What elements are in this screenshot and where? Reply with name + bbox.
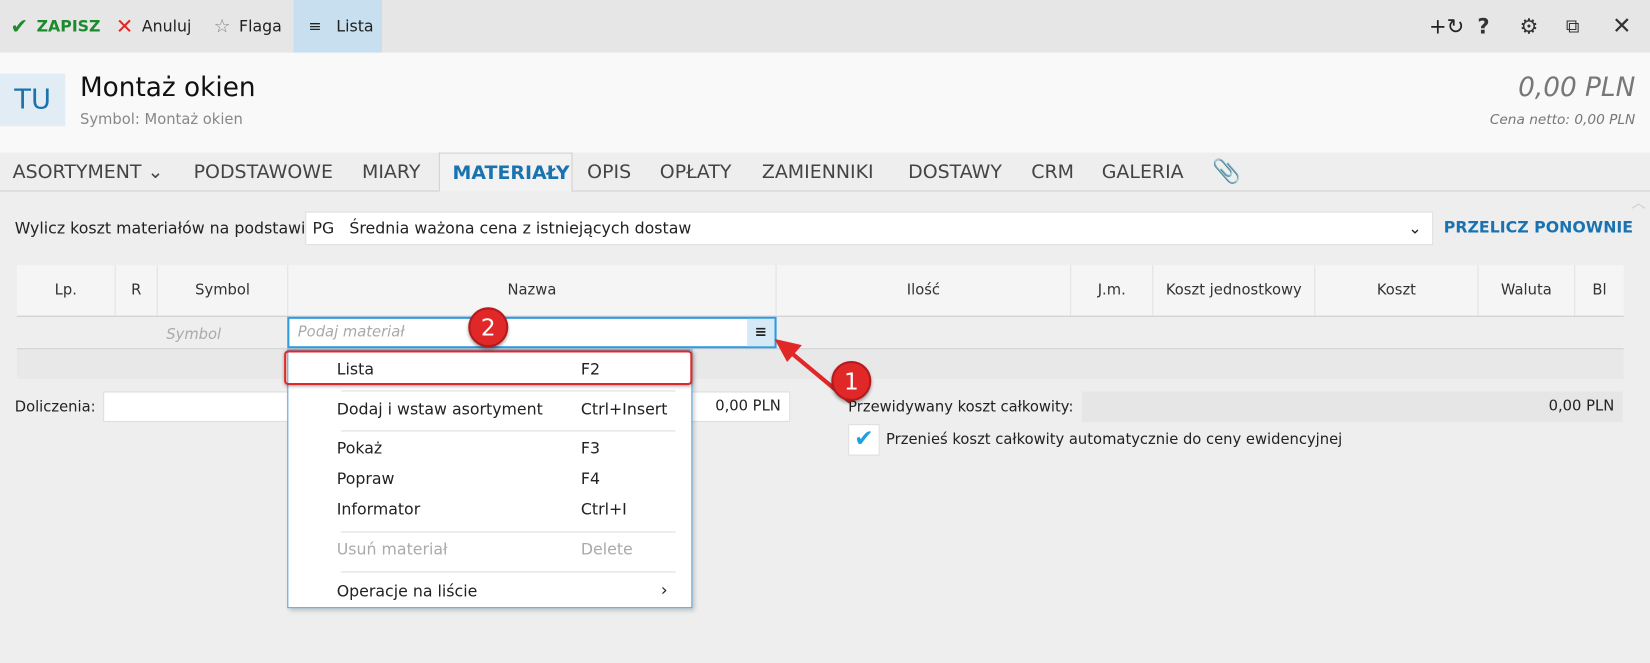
col-symbol[interactable]: Symbol xyxy=(157,265,289,316)
help-icon[interactable]: ? xyxy=(1471,0,1496,53)
tab-miary[interactable]: MIARY xyxy=(349,153,433,192)
save-button[interactable]: ✔ ZAPISZ xyxy=(4,0,107,53)
tab-crm[interactable]: CRM xyxy=(1019,153,1087,192)
menu-item-delete: Usuń materiał Delete xyxy=(336,539,633,559)
symbol-input[interactable]: Symbol xyxy=(166,326,221,343)
calc-label: Wylicz koszt materiałów na podstawie: xyxy=(14,218,321,238)
menu-item-pokaz[interactable]: Pokaż F3 xyxy=(288,435,691,464)
annotation-badge-2: 2 xyxy=(468,307,509,348)
menu-item-list-operations[interactable]: Operacje na liście › xyxy=(288,576,691,608)
cancel-button[interactable]: ✕ Anuluj xyxy=(109,0,197,53)
price: 0,00 PLN xyxy=(1518,71,1636,103)
extra-label: Doliczenia: xyxy=(14,398,96,416)
tab-materialy[interactable]: MATERIAŁY xyxy=(438,152,573,192)
tab-asortyment[interactable]: ASORTYMENT ⌄ xyxy=(0,153,176,192)
chevron-down-icon: ⌄ xyxy=(1408,218,1422,238)
avatar: TU xyxy=(0,73,66,127)
col-jm[interactable]: J.m. xyxy=(1071,265,1154,316)
menu-icon: ≡ xyxy=(308,16,322,36)
scroll-up-icon[interactable]: ︿ xyxy=(1631,192,1646,213)
total-label: Przewidywany koszt całkowity: xyxy=(848,398,1074,416)
col-r[interactable]: R xyxy=(115,265,158,316)
tab-dostawy[interactable]: DOSTAWY xyxy=(896,153,1015,192)
material-input[interactable]: Podaj materiał ≡ xyxy=(287,316,777,349)
net-price: Cena netto: 0,00 PLN xyxy=(1489,112,1636,129)
toolbar: ✔ ZAPISZ ✕ Anuluj ☆ Flaga ≡ Lista +↻ ? ⚙ ⧉ ✕ xyxy=(0,0,1650,53)
restore-window-icon[interactable]: ⧉ xyxy=(1560,0,1586,53)
menu-item-add-insert[interactable]: Dodaj i wstaw asortyment Ctrl+Insert xyxy=(288,393,691,427)
tab-zamienniki[interactable]: ZAMIENNIKI xyxy=(749,153,886,192)
chevron-down-icon: ⌄ xyxy=(147,161,164,184)
symbol-label: Symbol: Montaż okien xyxy=(79,111,243,129)
col-nazwa[interactable]: Nazwa xyxy=(288,265,777,316)
menu-item-informator[interactable]: Informator Ctrl+I xyxy=(288,498,691,527)
flag-button[interactable]: ☆ Flaga xyxy=(207,0,288,53)
header: TU Montaż okien Symbol: Montaż okien 0,0… xyxy=(0,52,1650,153)
star-icon: ☆ xyxy=(213,15,231,38)
calc-basis-select[interactable]: PG Średnia ważona cena z istniejących do… xyxy=(305,211,1434,246)
list-button[interactable]: ≡ Lista xyxy=(293,0,382,53)
annotation-badge-1: 1 xyxy=(831,360,872,401)
close-window-icon[interactable]: ✕ xyxy=(1606,0,1638,53)
recalculate-button[interactable]: PRZELICZ PONOWNIE xyxy=(1444,218,1633,237)
auto-transfer-checkbox[interactable]: ✔ xyxy=(848,424,880,456)
tab-opis[interactable]: OPIS xyxy=(575,153,644,192)
chevron-right-icon: › xyxy=(660,579,668,600)
page-title: Montaż okien xyxy=(79,71,256,103)
tab-galeria[interactable]: GALERIA xyxy=(1089,153,1196,192)
close-icon: ✕ xyxy=(115,13,134,39)
col-lp[interactable]: Lp. xyxy=(16,265,116,316)
context-menu: Lista F2 Dodaj i wstaw asortyment Ctrl+Ins… xyxy=(287,349,693,609)
check-icon: ✔ xyxy=(10,13,29,39)
auto-transfer-label: Przenieś koszt całkowity automatycznie d… xyxy=(886,431,1343,449)
tab-bar: ASORTYMENT ⌄ PODSTAWOWE MIARY MATERIAŁY … xyxy=(0,152,1650,192)
paperclip-icon[interactable]: 📎 xyxy=(1200,153,1254,192)
col-bl[interactable]: Bl xyxy=(1575,265,1624,316)
total-field: 0,00 PLN xyxy=(1081,391,1623,422)
highlight-box xyxy=(284,350,693,386)
gear-icon[interactable]: ⚙ xyxy=(1513,0,1545,53)
col-waluta[interactable]: Waluta xyxy=(1478,265,1576,316)
tab-podstawowe[interactable]: PODSTAWOWE xyxy=(181,153,346,192)
col-ilosc[interactable]: Ilość xyxy=(776,265,1072,316)
menu-item-popraw[interactable]: Popraw F4 xyxy=(288,466,691,495)
add-refresh-icon[interactable]: +↻ xyxy=(1423,0,1471,53)
col-koszt[interactable]: Koszt xyxy=(1315,265,1479,316)
col-koszt-jedn[interactable]: Koszt jednostkowy xyxy=(1153,265,1316,316)
tab-oplaty[interactable]: OPŁATY xyxy=(647,153,744,192)
